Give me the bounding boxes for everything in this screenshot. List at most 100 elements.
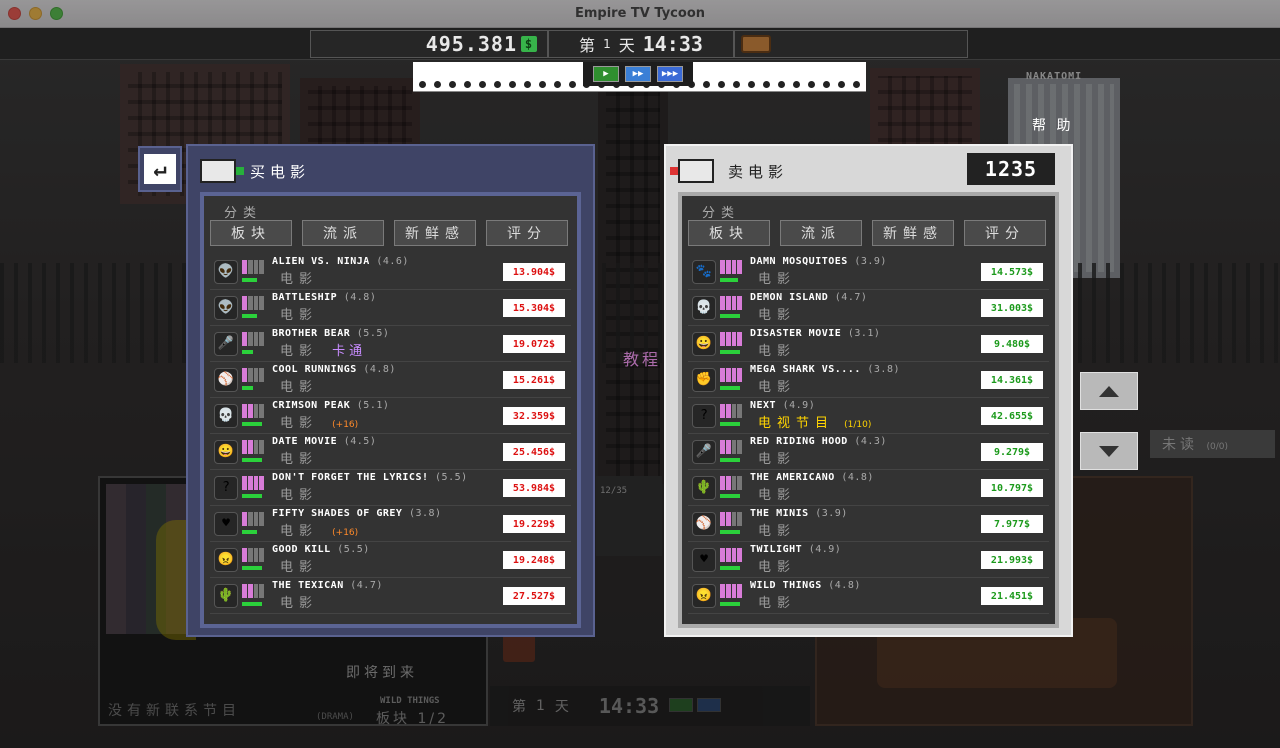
sort-tab-block[interactable]: 板块	[210, 220, 292, 246]
rating-block	[737, 475, 742, 490]
fast-forward-icon[interactable]: ▶▶	[625, 66, 651, 82]
movie-row[interactable]: 😠 GOOD KILL (5.5) 电影 19.248$	[210, 542, 571, 578]
movie-rating: (5.5)	[337, 544, 370, 555]
rating-block	[242, 295, 247, 310]
price-tag[interactable]: 15.261$	[503, 371, 565, 389]
buy-movies-panel: 买电影 分类 板块 流派 新鲜感 评分 👽 ALIEN VS. NINJA (4.…	[186, 144, 595, 637]
sort-tab-block[interactable]: 板块	[688, 220, 770, 246]
movie-row[interactable]: 😀 DATE MOVIE (4.5) 电影 25.456$	[210, 434, 571, 470]
rating-block	[242, 511, 247, 526]
movie-row[interactable]: ⚾ THE MINIS (3.9) 电影 7.977$	[688, 506, 1049, 542]
price-tag[interactable]: 19.229$	[503, 515, 565, 533]
clock: 14:33	[642, 32, 703, 56]
rating-block	[725, 547, 731, 562]
top-hud: 495.381 $ 第 1 天 14:33	[0, 28, 1280, 60]
movie-row[interactable]: 😀 DISASTER MOVIE (3.1) 电影 9.480$	[688, 326, 1049, 362]
clapperboard-in-icon	[200, 159, 244, 183]
movie-row[interactable]: 🌵 THE AMERICANO (4.8) 电影 10.797$	[688, 470, 1049, 506]
heart-icon: ♥	[692, 547, 716, 572]
rating-blocks	[720, 295, 742, 310]
price-tag[interactable]: 14.361$	[981, 371, 1043, 389]
tutorial-label[interactable]: 教程	[623, 346, 661, 370]
price-tag[interactable]: 27.527$	[503, 587, 565, 605]
movie-row[interactable]: 😠 WILD THINGS (4.8) 电影 21.451$	[688, 578, 1049, 614]
price-tag[interactable]: 21.451$	[981, 587, 1043, 605]
movie-row[interactable]: 💀 CRIMSON PEAK (5.1) 电影 (+16) 32.359$	[210, 398, 571, 434]
rating-freshness-meter	[720, 295, 742, 320]
movie-row[interactable]: ? NEXT (4.9) 电视节目 (1/10) 42.655$	[688, 398, 1049, 434]
scroll-up-button[interactable]	[1080, 372, 1138, 410]
price-tag[interactable]: 19.248$	[503, 551, 565, 569]
price-tag[interactable]: 9.480$	[981, 335, 1043, 353]
angry-face-icon: 😠	[692, 583, 716, 608]
price-tag[interactable]: 14.573$	[981, 263, 1043, 281]
movie-row[interactable]: 💀 DEMON ISLAND (4.7) 电影 31.003$	[688, 290, 1049, 326]
couch-icon[interactable]	[741, 35, 771, 53]
price-tag[interactable]: 9.279$	[981, 443, 1043, 461]
price-tag[interactable]: 15.304$	[503, 299, 565, 317]
price-tag[interactable]: 31.003$	[981, 299, 1043, 317]
sell-movie-list: 🐾 DAMN MOSQUITOES (3.9) 电影 14.573$ 💀 DEMON IS…	[688, 254, 1049, 614]
movie-title: MEGA SHARK VS....	[750, 364, 861, 375]
unread-messages[interactable]: 未读 (0/0)	[1150, 430, 1275, 458]
sort-tab-genre[interactable]: 流派	[780, 220, 862, 246]
movie-row[interactable]: 🎤 RED RIDING HOOD (4.3) 电影 9.279$	[688, 434, 1049, 470]
rating-block	[725, 259, 731, 274]
sort-tab-genre[interactable]: 流派	[302, 220, 384, 246]
scroll-down-button[interactable]	[1080, 432, 1138, 470]
sort-tab-freshness[interactable]: 新鲜感	[394, 220, 476, 246]
movie-row[interactable]: ⚾ COOL RUNNINGS (4.8) 电影 15.261$	[210, 362, 571, 398]
rating-blocks	[242, 439, 264, 454]
price-tag[interactable]: 42.655$	[981, 407, 1043, 425]
price-tag[interactable]: 21.993$	[981, 551, 1043, 569]
movie-row[interactable]: ✊ MEGA SHARK VS.... (3.8) 电影 14.361$	[688, 362, 1049, 398]
rating-block	[259, 475, 264, 490]
movie-row[interactable]: ♥ FIFTY SHADES OF GREY (3.8) 电影 (+16) 19.22…	[210, 506, 571, 542]
rating-block	[253, 259, 259, 274]
rating-block	[720, 475, 725, 490]
price-tag[interactable]: 10.797$	[981, 479, 1043, 497]
price-tag[interactable]: 53.984$	[503, 479, 565, 497]
price-tag[interactable]: 13.904$	[503, 263, 565, 281]
movie-row[interactable]: 🌵 THE TEXICAN (4.7) 电影 27.527$	[210, 578, 571, 614]
rating-block	[242, 403, 247, 418]
rating-block	[253, 331, 259, 346]
sell-list-container: 分类 板块 流派 新鲜感 评分 🐾 DAMN MOSQUITOES (3.9) 电影…	[678, 192, 1059, 628]
movie-row[interactable]: 👽 ALIEN VS. NINJA (4.6) 电影 13.904$	[210, 254, 571, 290]
alien-icon: 👽	[214, 295, 238, 320]
rating-block	[259, 259, 264, 274]
rating-block	[259, 331, 264, 346]
fastest-forward-icon[interactable]: ▶▶▶	[657, 66, 683, 82]
rating-block	[253, 367, 259, 382]
sort-tab-rating[interactable]: 评分	[964, 220, 1046, 246]
back-button[interactable]: ↵	[138, 146, 182, 192]
rating-freshness-meter	[242, 259, 264, 284]
movie-row[interactable]: ♥ TWILIGHT (4.9) 电影 21.993$	[688, 542, 1049, 578]
help-button[interactable]: 帮 助	[1032, 115, 1073, 135]
rating-freshness-meter	[720, 583, 742, 608]
rating-block	[731, 367, 737, 382]
movie-row[interactable]: 🎤 BROTHER BEAR (5.5) 电影 卡通 19.072$	[210, 326, 571, 362]
movie-type: 电影	[758, 452, 797, 467]
movie-row[interactable]: 🐾 DAMN MOSQUITOES (3.9) 电影 14.573$	[688, 254, 1049, 290]
angry-face-icon: 😠	[214, 547, 238, 572]
movie-row[interactable]: 👽 BATTLESHIP (4.8) 电影 15.304$	[210, 290, 571, 326]
sort-tab-freshness[interactable]: 新鲜感	[872, 220, 954, 246]
up-arrow-icon	[1099, 385, 1119, 397]
movie-type: 电影	[280, 596, 319, 611]
price-tag[interactable]: 32.359$	[503, 407, 565, 425]
play-icon[interactable]: ▶	[593, 66, 619, 82]
price-tag[interactable]: 25.456$	[503, 443, 565, 461]
couch-slot[interactable]	[734, 30, 968, 58]
money-value: 495.381	[425, 32, 517, 56]
rating-block	[737, 547, 742, 562]
price-tag[interactable]: 7.977$	[981, 515, 1043, 533]
rating-freshness-meter	[720, 331, 742, 356]
rating-blocks	[720, 439, 742, 454]
sort-tab-rating[interactable]: 评分	[486, 220, 568, 246]
movie-row[interactable]: ? DON'T FORGET THE LYRICS! (5.5) 电影 53.984$	[210, 470, 571, 506]
sell-panel-header: 卖电影	[670, 152, 788, 190]
unread-label: 未读	[1162, 437, 1198, 453]
price-tag[interactable]: 19.072$	[503, 335, 565, 353]
movie-type: 电影	[280, 344, 319, 359]
